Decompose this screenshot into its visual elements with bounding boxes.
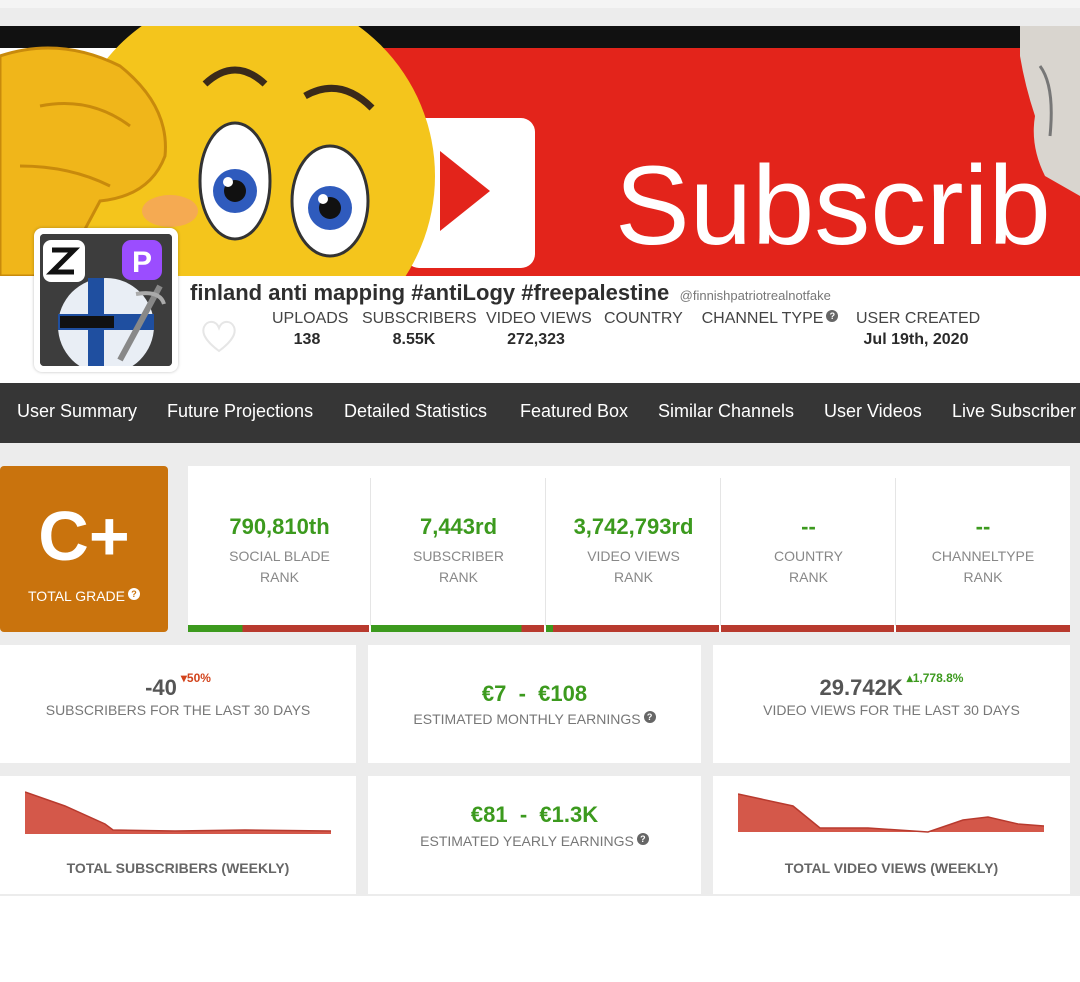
help-icon[interactable]: ?	[636, 833, 649, 845]
rank-label-2: RANK	[789, 569, 828, 585]
stat-label: VIDEO VIEWS	[486, 310, 592, 327]
rank-subscriber: 7,443rd SUBSCRIBER RANK	[371, 466, 546, 632]
views-30-label: VIDEO VIEWS FOR THE LAST 30 DAYS	[763, 702, 1020, 718]
stat-video-views: VIDEO VIEWS 272,323	[486, 310, 592, 349]
rank-value: --	[975, 514, 991, 539]
channel-name: finland anti mapping #antiLogy #freepale…	[190, 280, 670, 305]
yearly-earnings-value: €81 - €1.3K	[470, 802, 599, 827]
rank-value: 790,810th	[229, 514, 330, 539]
card-yearly-earnings: €81 - €1.3K ESTIMATED YEARLY EARNINGS?	[368, 776, 701, 894]
avatar-image: P	[40, 234, 172, 366]
help-icon[interactable]: ?	[826, 310, 839, 322]
channel-title-line: finland anti mapping #antiLogy #freepale…	[190, 280, 831, 306]
subs-30-delta: 50%	[186, 671, 211, 685]
rank-progress-bar	[896, 625, 1070, 632]
grade-letter: C+	[38, 497, 130, 575]
card-views-30-days: 29.742K ▴1,778.8% VIDEO VIEWS FOR THE LAS…	[713, 645, 1070, 763]
stat-value: Jul 19th, 2020	[863, 331, 969, 348]
rank-value: 7,443rd	[419, 514, 498, 539]
rank-social-blade: 790,810th SOCIAL BLADE RANK	[188, 466, 371, 632]
subscribers-weekly-label: TOTAL SUBSCRIBERS (WEEKLY)	[66, 860, 290, 876]
channel-avatar[interactable]: P	[34, 228, 178, 372]
rank-label-1: SUBSCRIBER	[412, 548, 505, 564]
stat-subscribers: SUBSCRIBERS 8.55K	[362, 310, 477, 349]
grade-label: TOTAL GRADE	[28, 588, 125, 604]
stat-channel-type: CHANNEL TYPE?	[700, 310, 840, 331]
avatar-artwork: P	[40, 234, 172, 366]
channel-handle[interactable]: @finnishpatriotrealnotfake	[680, 288, 831, 303]
monthly-earnings-value: €7 - €108	[481, 681, 588, 706]
rank-country: -- COUNTRY RANK	[721, 466, 896, 632]
views-weekly-sparkline	[738, 793, 1044, 833]
stat-label: UPLOADS	[272, 310, 349, 327]
monthly-earnings-label: ESTIMATED MONTHLY EARNINGS	[413, 711, 641, 727]
rank-label-1: VIDEO VIEWS	[587, 548, 680, 564]
stat-label: COUNTRY	[604, 310, 683, 327]
rank-progress-bar	[546, 625, 719, 632]
ranks-panel: 790,810th SOCIAL BLADE RANK 7,443rd SUBSC…	[188, 466, 1070, 632]
favorite-heart-icon[interactable]	[200, 318, 238, 354]
rank-label-1: CHANNELTYPE	[931, 548, 1035, 564]
card-views-weekly: TOTAL VIDEO VIEWS (WEEKLY)	[713, 776, 1070, 894]
rank-channel-type: -- CHANNELTYPE RANK	[896, 466, 1070, 632]
card-subscribers-30-days: -40 ▾50% SUBSCRIBERS FOR THE LAST 30 DAYS	[0, 645, 356, 763]
stat-value: 138	[293, 331, 321, 348]
rank-label-2: RANK	[963, 569, 1003, 585]
help-icon[interactable]: ?	[127, 588, 140, 600]
rank-progress-bar	[371, 625, 544, 632]
nav-bar: User Summary Future Projections Detailed…	[0, 383, 1080, 443]
total-grade-box: C+ TOTAL GRADE?	[0, 466, 168, 632]
card-monthly-earnings: €7 - €108 ESTIMATED MONTHLY EARNINGS?	[368, 645, 701, 763]
stat-country: COUNTRY	[604, 310, 683, 331]
stat-label: SUBSCRIBERS	[362, 310, 477, 327]
rank-progress-bar	[721, 625, 894, 632]
rank-label-1: SOCIAL BLADE	[229, 548, 330, 564]
card-subscribers-weekly: TOTAL SUBSCRIBERS (WEEKLY)	[0, 776, 356, 894]
stat-uploads: UPLOADS 138	[272, 310, 349, 349]
rank-value: --	[801, 514, 816, 539]
subscribers-weekly-sparkline	[25, 791, 331, 834]
views-30-delta: 1,778.8%	[912, 671, 964, 685]
nav-future-projections[interactable]: Future Projections	[167, 401, 313, 422]
stat-user-created: USER CREATED Jul 19th, 2020	[856, 310, 981, 349]
bottom-area	[0, 896, 1080, 982]
top-strip	[0, 0, 1080, 8]
stat-value: 272,323	[507, 331, 565, 348]
stat-label: CHANNEL TYPE	[701, 310, 824, 327]
nav-live-subscriber-count[interactable]: Live Subscriber C	[952, 401, 1080, 422]
subs-30-value: -40	[145, 675, 177, 700]
views-weekly-label: TOTAL VIDEO VIEWS (WEEKLY)	[784, 860, 999, 876]
subs-30-label: SUBSCRIBERS FOR THE LAST 30 DAYS	[45, 702, 311, 718]
stat-value: 8.55K	[392, 331, 436, 348]
nav-similar-channels[interactable]: Similar Channels	[658, 401, 794, 422]
views-30-value: 29.742K	[819, 675, 903, 700]
svg-text:P: P	[132, 246, 152, 279]
rank-label-2: RANK	[260, 569, 299, 585]
rank-label-2: RANK	[614, 569, 653, 585]
yearly-earnings-label: ESTIMATED YEARLY EARNINGS	[420, 833, 634, 849]
rank-label-1: COUNTRY	[774, 548, 843, 564]
banner-text: Subscrib	[615, 143, 1051, 268]
rank-video-views: 3,742,793rd VIDEO VIEWS RANK	[546, 466, 721, 632]
nav-user-videos[interactable]: User Videos	[824, 401, 922, 422]
help-icon[interactable]: ?	[643, 711, 656, 723]
rank-progress-bar	[188, 625, 369, 632]
nav-user-summary[interactable]: User Summary	[17, 401, 137, 422]
nav-detailed-statistics[interactable]: Detailed Statistics	[344, 401, 487, 422]
rank-label-2: RANK	[439, 569, 478, 585]
rank-value: 3,742,793rd	[573, 514, 694, 539]
nav-featured-box[interactable]: Featured Box	[520, 401, 628, 422]
stat-label: USER CREATED	[856, 310, 981, 327]
